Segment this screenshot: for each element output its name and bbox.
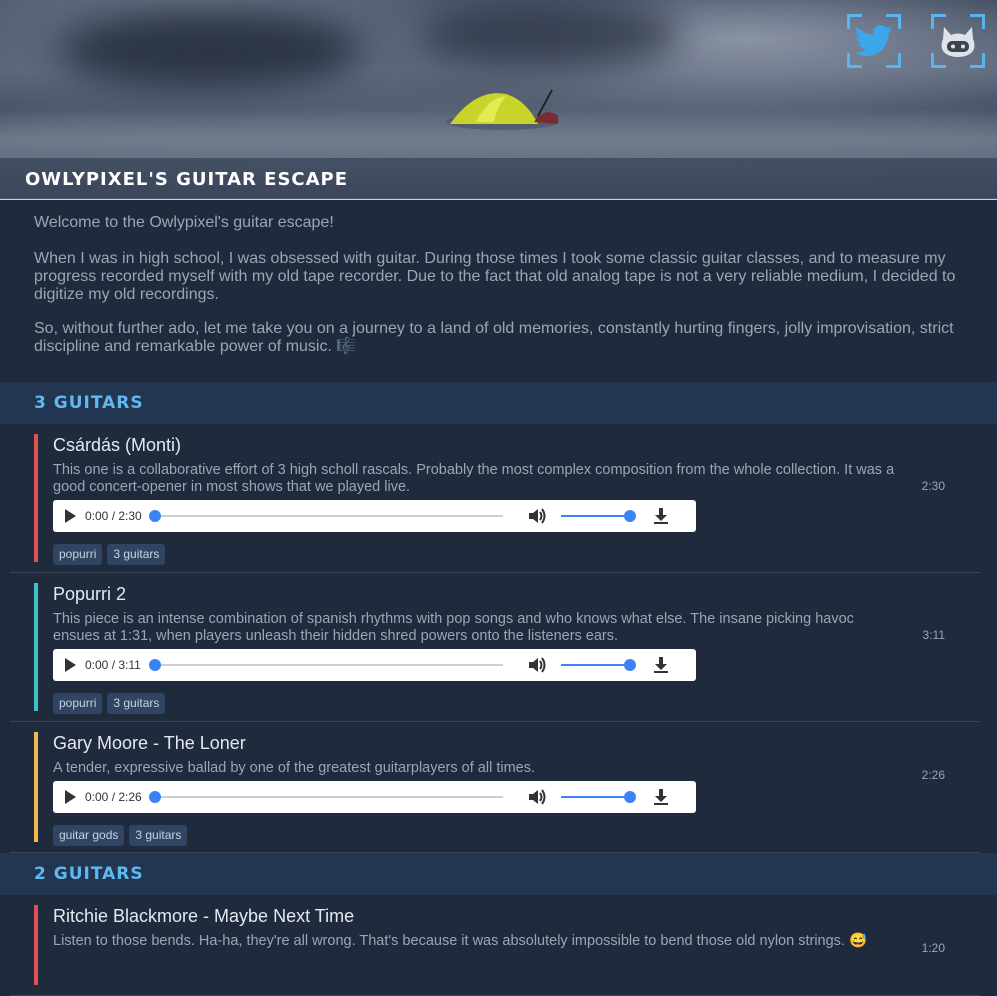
tent-image [446,89,558,130]
play-icon[interactable] [65,790,76,804]
volume-slider[interactable] [561,659,636,671]
intro-journey: So, without further ado, let me take you… [34,320,963,356]
music-score-emoji: 🎼 [336,338,357,355]
track-color-bar [34,583,38,711]
audio-player[interactable]: 0:00 / 2:26 [53,781,696,813]
track-description: A tender, expressive ballad by one of th… [53,760,535,776]
volume-slider[interactable] [561,791,636,803]
section-title: 2 GUITARS [34,864,144,884]
track-color-bar [34,905,38,985]
seek-knob[interactable] [149,791,161,803]
seek-knob[interactable] [149,659,161,671]
tag[interactable]: popurri [53,544,103,565]
intro-story: When I was in high school, I was obsesse… [34,250,956,303]
volume-slider[interactable] [561,510,636,522]
seek-bar[interactable] [149,791,503,803]
track-description: This piece is an intense combination of … [53,611,854,644]
track-description: Listen to those bends. Ha-ha, they're al… [53,933,903,950]
tag-list: guitar gods 3 guitars [53,825,903,846]
audio-player[interactable]: 0:00 / 2:30 [53,500,696,532]
download-icon[interactable] [653,788,669,806]
volume-knob[interactable] [624,510,636,522]
sweat-smile-emoji: 😅 [848,933,868,949]
intro-journey-text: So, without further ado, let me take you… [34,320,954,355]
track-color-bar [34,434,38,562]
github-link[interactable] [931,14,985,68]
intro-welcome: Welcome to the Owlypixel's guitar escape… [34,214,334,231]
player-time: 0:00 / 3:11 [85,658,141,672]
tag[interactable]: 3 guitars [107,693,166,714]
twitter-link[interactable] [847,14,901,68]
section-header-2-guitars: 2 GUITARS [0,853,997,895]
download-icon[interactable] [653,507,669,525]
volume-icon[interactable] [527,788,547,806]
track-color-bar [34,732,38,842]
tag[interactable]: 3 guitars [129,825,188,846]
volume-knob[interactable] [624,791,636,803]
seek-bar[interactable] [149,659,503,671]
audio-player[interactable]: 0:00 / 3:11 [53,649,696,681]
section-title: 3 GUITARS [34,393,144,413]
track-item: Ritchie Blackmore - Maybe Next Time List… [10,895,980,996]
track-item: Csárdás (Monti) This one is a collaborat… [10,424,980,573]
volume-icon[interactable] [527,507,547,525]
tag-list: popurri 3 guitars [53,544,903,565]
download-icon[interactable] [653,656,669,674]
tag[interactable]: 3 guitars [107,544,166,565]
track-duration: 2:26 [921,768,945,782]
seek-bar[interactable] [149,510,503,522]
track-title: Csárdás (Monti) [53,435,182,455]
site-title: OWLYPIXEL'S GUITAR ESCAPE [25,169,349,190]
tag-list: popurri 3 guitars [53,693,903,714]
track-duration: 1:20 [921,941,945,955]
player-time: 0:00 / 2:26 [85,790,142,804]
tag[interactable]: popurri [53,693,103,714]
volume-knob[interactable] [624,659,636,671]
intro: Welcome to the Owlypixel's guitar escape… [0,200,997,382]
player-time: 0:00 / 2:30 [85,509,142,523]
track-title: Ritchie Blackmore - Maybe Next Time [53,906,355,926]
track-description: This one is a collaborative effort of 3 … [53,462,895,495]
track-title: Gary Moore - The Loner [53,733,246,753]
section-header-3-guitars: 3 GUITARS [0,382,997,424]
track-title: Popurri 2 [53,584,127,604]
track-duration: 2:30 [921,479,945,493]
track-item: Gary Moore - The Loner A tender, express… [10,722,980,853]
volume-icon[interactable] [527,656,547,674]
track-duration: 3:11 [922,628,945,642]
seek-knob[interactable] [149,510,161,522]
hero-banner: OWLYPIXEL'S GUITAR ESCAPE [0,0,997,200]
play-icon[interactable] [65,658,76,672]
tag[interactable]: guitar gods [53,825,125,846]
track-item: Popurri 2 This piece is an intense combi… [10,573,980,722]
play-icon[interactable] [65,509,76,523]
track-description-text: Listen to those bends. Ha-ha, they're al… [53,933,845,949]
